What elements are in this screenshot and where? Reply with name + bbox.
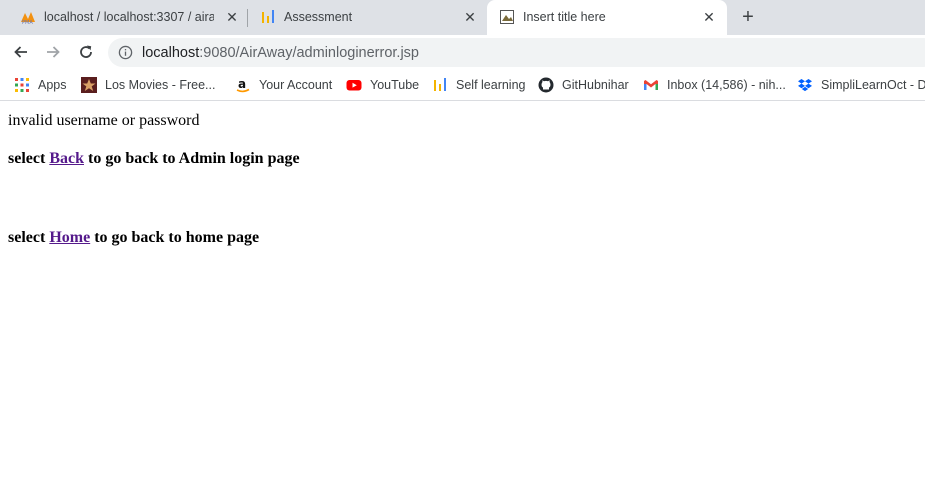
bookmark-label: Apps	[38, 78, 67, 92]
bookmark-self-learning[interactable]: Self learning	[432, 75, 526, 95]
home-link[interactable]: Home	[49, 229, 90, 246]
forward-button[interactable]	[42, 41, 64, 63]
url-host: localhost	[142, 45, 200, 61]
bookmark-label: GitHubnihar	[562, 78, 629, 92]
error-message: invalid username or password	[8, 112, 200, 129]
url-path: :9080/AirAway/adminloginerror.jsp	[199, 45, 419, 61]
phpmyadmin-icon: PMA	[21, 12, 35, 25]
tab-assessment[interactable]: Assessment ✕	[248, 0, 486, 35]
bars-icon	[262, 10, 274, 23]
youtube-icon	[346, 80, 362, 91]
back-link[interactable]: Back	[49, 150, 84, 167]
bookmark-label: Inbox (14,586) - nih...	[667, 78, 786, 92]
arrow-left-icon	[14, 46, 27, 58]
gmail-icon	[644, 80, 658, 90]
bookmark-label: Self learning	[456, 78, 526, 92]
page-content: invalid username or password select Back…	[0, 102, 925, 492]
reload-button[interactable]	[75, 41, 97, 63]
bookmark-apps[interactable]: Apps	[14, 75, 67, 95]
home-prefix: select	[8, 229, 50, 246]
tab-title: localhost / localhost:3307 / airaw	[44, 10, 214, 24]
tab-insert-title[interactable]: Insert title here ✕	[487, 0, 727, 35]
github-icon	[538, 77, 554, 93]
movie-icon	[81, 77, 97, 93]
arrow-right-icon	[47, 46, 60, 58]
apps-grid-icon	[15, 78, 29, 92]
back-suffix: to go back to Admin login page	[83, 150, 300, 167]
bookmarks-bar: Apps Los Movies - Free... a Your Account…	[0, 69, 925, 101]
bars-icon	[434, 78, 446, 91]
amazon-icon: a	[236, 77, 250, 93]
page-icon	[500, 10, 514, 24]
tab-phpmyadmin[interactable]: PMA localhost / localhost:3307 / airaw ✕	[8, 0, 246, 35]
tab-strip: PMA localhost / localhost:3307 / airaw ✕…	[0, 0, 925, 35]
address-bar[interactable]: localhost:9080/AirAway/adminloginerror.j…	[108, 38, 925, 67]
back-button[interactable]	[10, 41, 32, 63]
info-icon[interactable]	[118, 45, 133, 60]
dropbox-icon	[798, 79, 812, 92]
bookmark-label: Los Movies - Free...	[105, 78, 216, 92]
url-text[interactable]: localhost:9080/AirAway/adminloginerror.j…	[142, 45, 419, 61]
bookmark-simplilearn-dropbox[interactable]: SimpliLearnOct - Dr	[797, 75, 925, 95]
bookmark-los-movies[interactable]: Los Movies - Free...	[81, 75, 215, 95]
bookmark-gmail-inbox[interactable]: Inbox (14,586) - nih...	[643, 75, 786, 95]
back-prefix: select	[8, 150, 50, 167]
bookmark-github[interactable]: GitHubnihar	[538, 75, 629, 95]
tab-title: Insert title here	[523, 10, 606, 24]
reload-icon	[80, 45, 92, 58]
bookmark-label: SimpliLearnOct - Dr	[821, 78, 925, 92]
close-tab-icon[interactable]: ✕	[224, 9, 240, 25]
new-tab-button[interactable]: +	[738, 7, 758, 28]
close-tab-icon[interactable]: ✕	[701, 9, 717, 25]
bookmark-label: YouTube	[370, 78, 420, 92]
home-instruction: select Home to go back to home page	[8, 229, 259, 247]
browser-toolbar: localhost:9080/AirAway/adminloginerror.j…	[0, 35, 925, 69]
bookmark-label: Your Account	[259, 78, 333, 92]
home-suffix: to go back to home page	[90, 229, 260, 246]
svg-text:PMA: PMA	[22, 20, 33, 25]
svg-text:a: a	[238, 77, 246, 91]
bookmark-youtube[interactable]: YouTube	[346, 75, 419, 95]
tab-title: Assessment	[284, 10, 353, 24]
bookmark-your-account[interactable]: a Your Account	[235, 75, 332, 95]
close-tab-icon[interactable]: ✕	[462, 9, 478, 25]
back-instruction: select Back to go back to Admin login pa…	[8, 150, 300, 168]
